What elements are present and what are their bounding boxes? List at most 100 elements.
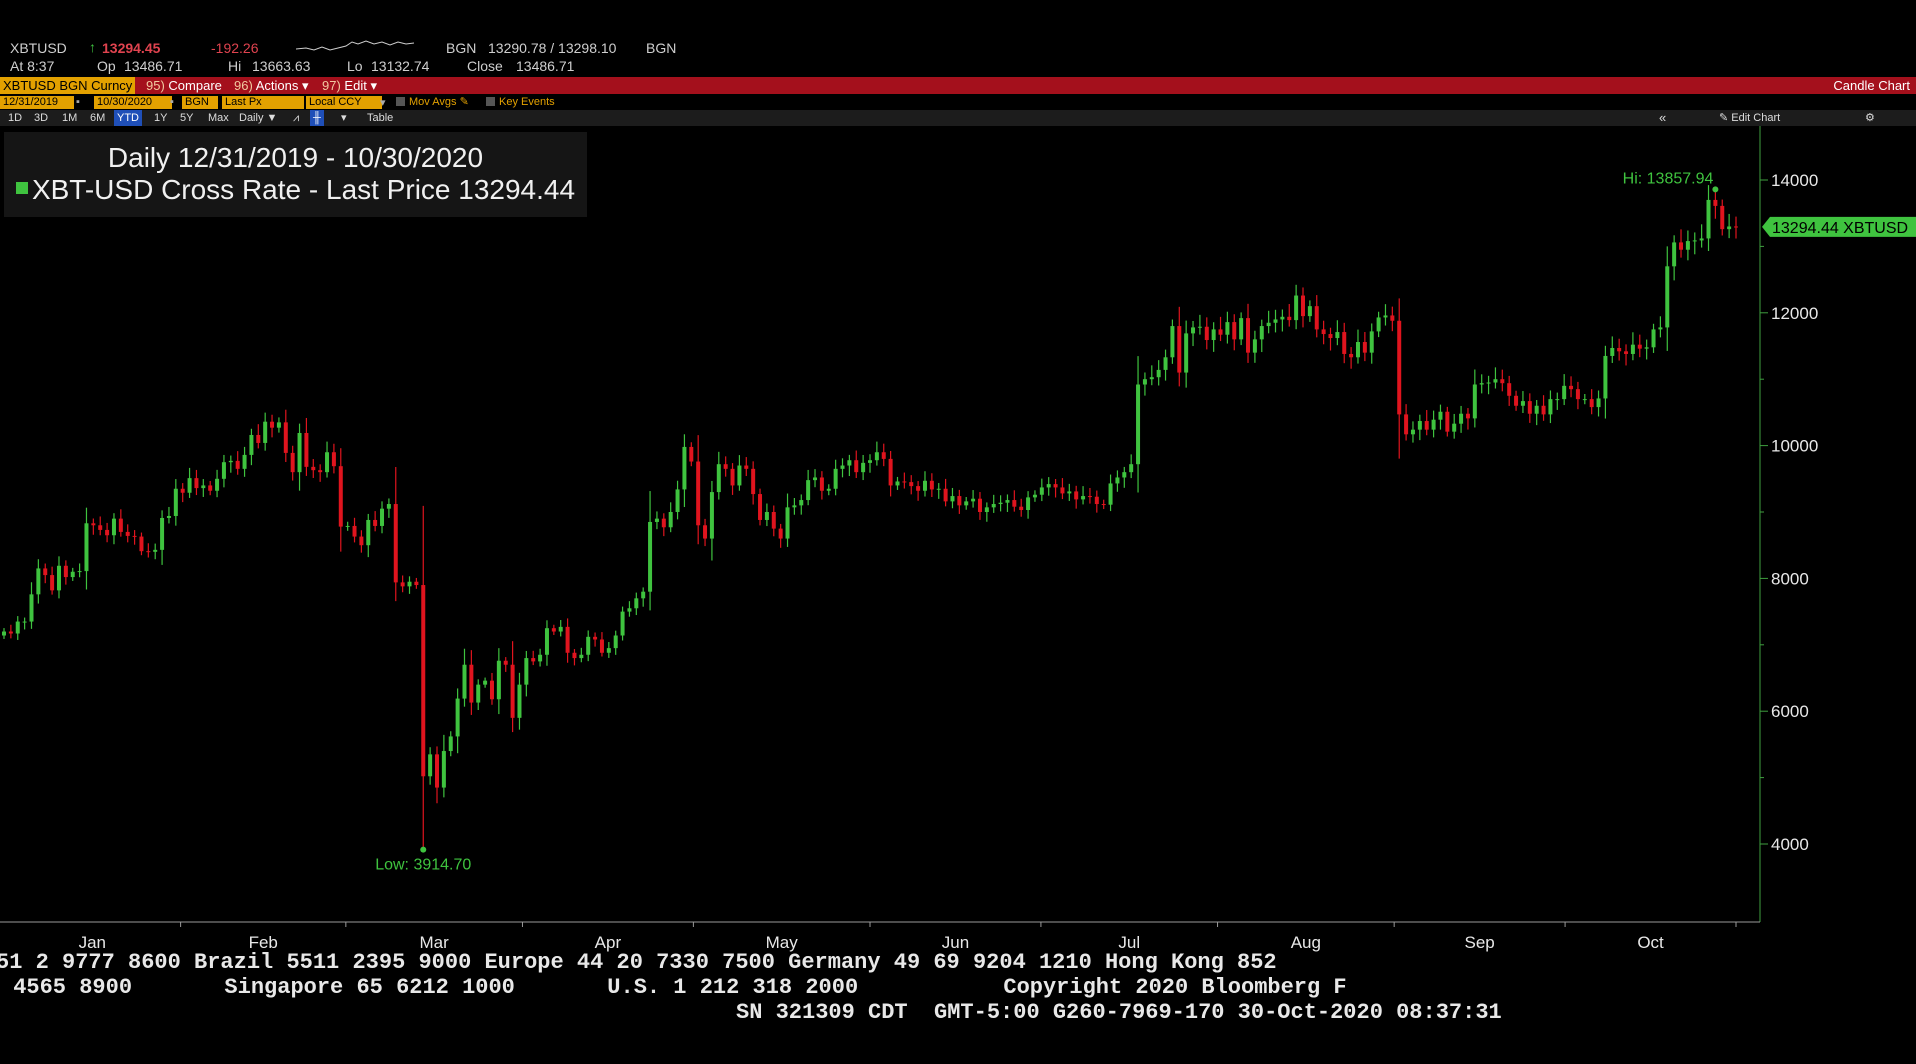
candle-body [1397, 320, 1402, 415]
candle-body [758, 494, 763, 520]
candle-body [1603, 355, 1608, 399]
candle-body [1349, 353, 1354, 358]
period-ytd[interactable]: YTD [114, 110, 142, 126]
menu-bar: XBTUSD BGN Curncy 95) Compare 96) Action… [0, 77, 1916, 94]
source-code-2: BGN [646, 40, 677, 56]
source-code: BGN [446, 40, 477, 56]
candle-body [634, 598, 639, 609]
candle-body [826, 488, 831, 491]
candle-body [1328, 334, 1333, 339]
candle-body [249, 434, 254, 455]
candle-body [1479, 383, 1484, 385]
candle-body [654, 518, 659, 522]
gear-icon[interactable]: ⚙ [1862, 110, 1878, 126]
candle-body [256, 434, 261, 443]
candle-body [881, 452, 886, 459]
currency-dropdown-icon[interactable]: ▾ [380, 96, 386, 109]
series-color-swatch [15, 182, 28, 194]
contact-ticker-line-1: 51 2 9777 8600 Brazil 5511 2395 9000 Eur… [0, 950, 1277, 975]
candle-body [36, 568, 41, 595]
candle-body [1589, 399, 1594, 408]
candle-body [964, 501, 969, 506]
candle-body [538, 654, 543, 662]
security-field[interactable]: XBTUSD BGN Curncy [0, 77, 136, 94]
candle-body [2, 631, 6, 636]
candle-body [1369, 331, 1374, 353]
pencil-icon[interactable]: ✎ [460, 96, 469, 108]
candle-body [84, 523, 89, 572]
key-events-checkbox[interactable]: Key Events [486, 96, 555, 109]
candle-body [1307, 306, 1312, 317]
candle-body [1287, 316, 1292, 321]
candle-body [1404, 414, 1409, 435]
checkbox-icon [486, 97, 495, 106]
candle-body [1142, 379, 1147, 385]
candle-body [373, 519, 378, 526]
x-month-label: Oct [1637, 933, 1664, 952]
candle-body [1039, 487, 1044, 495]
actions-button[interactable]: 96) Actions ▾ [230, 77, 313, 94]
edit-chart-button[interactable]: ✎ Edit Chart [1716, 110, 1783, 126]
frequency-dropdown[interactable]: Daily ▼ [236, 110, 280, 126]
candle-body [359, 536, 364, 546]
collapse-icon[interactable]: « [1656, 110, 1669, 126]
edit-chart-label: Edit Chart [1731, 112, 1781, 124]
candle-body [847, 460, 852, 466]
candle-body [1706, 199, 1711, 239]
candles-layer [2, 185, 1738, 850]
candle-chart-icon[interactable]: ╫ [310, 110, 324, 126]
candle-body [544, 628, 549, 655]
calendar-icon[interactable]: ▪ [170, 96, 174, 108]
candle-body [723, 464, 728, 469]
candle-body [276, 422, 281, 428]
period-3d[interactable]: 3D [31, 110, 51, 126]
period-6m[interactable]: 6M [87, 110, 108, 126]
low-label: Lo [347, 58, 363, 74]
ticker-symbol[interactable]: XBTUSD [10, 40, 67, 56]
candle-body [1163, 357, 1168, 370]
candle-body [1720, 205, 1725, 230]
candle-body [15, 621, 20, 634]
candle-body [613, 635, 618, 649]
candle-body [1136, 384, 1141, 465]
y-axis: 4000 6000 8000 10000 12000 14000 [1759, 126, 1818, 922]
start-date-field[interactable]: 12/31/2019 [0, 96, 74, 109]
candle-body [888, 458, 893, 486]
candle-body [792, 505, 797, 508]
chart-options-dropdown-icon[interactable]: ▾ [338, 110, 350, 126]
low-annotation: Low: 3914.70 [375, 857, 471, 874]
candle-body [1555, 399, 1560, 401]
candle-chart[interactable]: 400060008000100001200014000 Jan Feb Mar Apr… [0, 126, 1916, 952]
candle-body [806, 480, 811, 501]
net-change: -192.26 [211, 40, 259, 56]
candle-body [132, 535, 137, 537]
end-date-field[interactable]: 10/30/2020 [94, 96, 172, 109]
table-button[interactable]: Table [364, 110, 396, 126]
compare-number: 95) [146, 78, 165, 93]
candle-body [1734, 226, 1738, 228]
period-1d[interactable]: 1D [5, 110, 25, 126]
compare-button[interactable]: 95) Compare [142, 77, 226, 94]
candle-body [984, 507, 989, 512]
price-field[interactable]: Last Px [222, 96, 304, 109]
candle-body [1232, 322, 1237, 340]
candle-body [455, 698, 460, 737]
period-max[interactable]: Max [205, 110, 232, 126]
candle-body [1452, 423, 1457, 432]
period-1y[interactable]: 1Y [151, 110, 170, 126]
calendar-icon[interactable]: ▪ [76, 96, 80, 108]
edit-button[interactable]: 97) Edit ▾ [318, 77, 381, 94]
period-5y[interactable]: 5Y [177, 110, 196, 126]
legend-series: XBT-USD Cross Rate - Last Price 13294.44 [4, 174, 587, 206]
currency-field[interactable]: Local CCY [306, 96, 382, 109]
compare-label: Compare [168, 78, 222, 93]
candle-body [352, 525, 357, 537]
chart-type-label[interactable]: Candle Chart [1829, 77, 1914, 94]
y-tick-label: 12000 [1771, 304, 1818, 323]
line-chart-icon[interactable]: ⩘ [290, 110, 302, 126]
period-1m[interactable]: 1M [59, 110, 80, 126]
candle-body [386, 504, 391, 509]
mov-avgs-checkbox[interactable]: Mov Avgs ✎ [396, 96, 469, 109]
source-field[interactable]: BGN [182, 96, 218, 109]
candle-body [153, 549, 158, 552]
